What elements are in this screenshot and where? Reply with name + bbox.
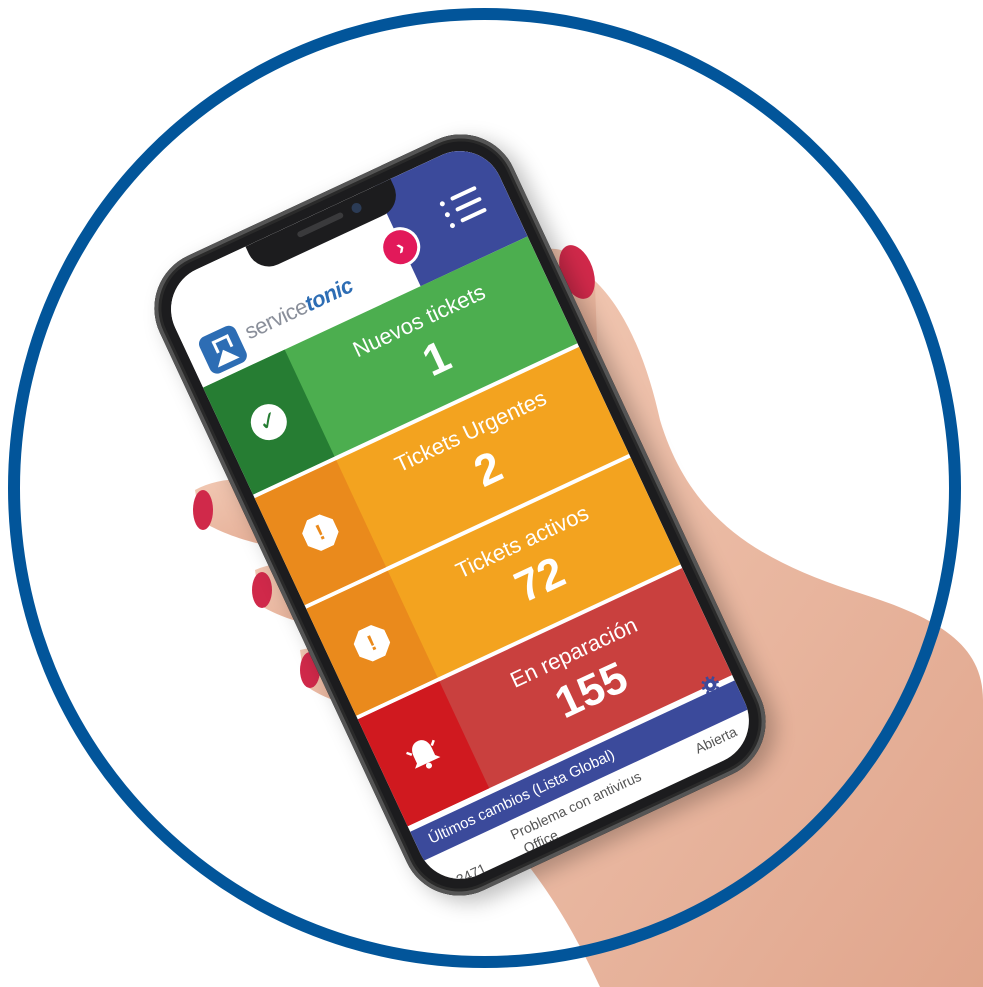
front-camera-icon bbox=[349, 201, 364, 215]
bell-icon bbox=[406, 739, 441, 769]
list-menu-icon[interactable] bbox=[439, 185, 488, 229]
check-circle-icon: ✓ bbox=[244, 398, 293, 447]
alert-octagon-icon: ! bbox=[349, 621, 394, 666]
brand-prefix: service bbox=[240, 293, 312, 345]
alert-octagon-icon: ! bbox=[298, 510, 343, 555]
brand-suffix: tonic bbox=[300, 272, 357, 317]
